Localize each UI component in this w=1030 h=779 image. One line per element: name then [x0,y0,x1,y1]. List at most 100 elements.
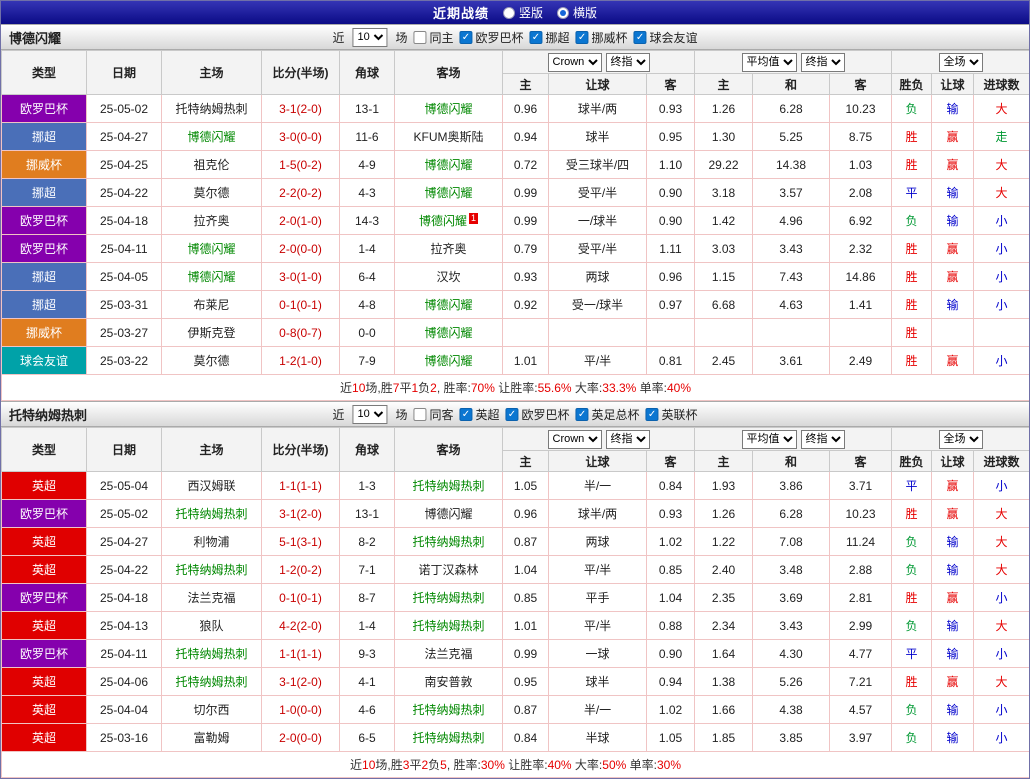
home-team[interactable]: 博德闪耀 [161,262,262,291]
league-filter-checkbox[interactable]: ✓ 球会友谊 [633,29,698,46]
layout-radio-horizontal[interactable]: 横版 [557,4,597,21]
away-team[interactable]: 托特纳姆热刺 [394,723,503,752]
match-score[interactable]: 3-0(1-0) [261,262,340,291]
match-score[interactable]: 1-5(0-2) [261,150,340,179]
match-score[interactable]: 2-0(0-0) [261,234,340,263]
home-team[interactable]: 莫尔德 [161,346,262,375]
checkbox-unchecked-icon[interactable] [413,30,427,44]
corner-score: 4-9 [339,150,395,179]
away-team[interactable]: 博德闪耀 [394,94,503,123]
away-team[interactable]: 博德闪耀 [394,150,503,179]
away-team[interactable]: 博德闪耀 1 [394,206,503,235]
checkbox-checked-icon[interactable]: ✓ [633,30,647,44]
match-score[interactable]: 4-2(2-0) [261,611,340,640]
average-final-select[interactable]: 终指 [800,429,845,449]
average-select[interactable]: 平均值 [741,52,797,72]
team-section: 托特纳姆热刺近 10 场同客 ✓ 英超 ✓ 欧罗巴杯 ✓ 英足总杯 ✓ 英联杯 类型 日期 主场 比分(半场… [1,401,1029,778]
checkbox-checked-icon[interactable]: ✓ [459,30,473,44]
away-team[interactable]: 博德闪耀 [394,178,503,207]
match-score[interactable]: 1-2(0-2) [261,555,340,584]
match-score[interactable]: 1-2(1-0) [261,346,340,375]
match-score[interactable]: 0-1(0-1) [261,290,340,319]
match-score[interactable]: 3-1(2-0) [261,667,340,696]
match-score[interactable]: 3-1(2-0) [261,499,340,528]
home-team[interactable]: 莫尔德 [161,178,262,207]
match-score[interactable]: 2-2(0-2) [261,178,340,207]
league-filter-checkbox[interactable]: ✓ 欧罗巴杯 [459,29,524,46]
league-filter-checkbox[interactable]: ✓ 英足总杯 [575,406,640,423]
recent-count-select[interactable]: 10 [352,404,388,424]
average-final-select[interactable]: 终指 [800,52,845,72]
away-team[interactable]: 博德闪耀 [394,318,503,347]
match-score[interactable]: 2-0(1-0) [261,206,340,235]
home-team[interactable]: 托特纳姆热刺 [161,639,262,668]
away-team[interactable]: 托特纳姆热刺 [394,527,503,556]
home-team[interactable]: 托特纳姆热刺 [161,499,262,528]
home-team[interactable]: 切尔西 [161,695,262,724]
home-team[interactable]: 托特纳姆热刺 [161,555,262,584]
league-badge: 英超 [1,611,87,640]
away-team[interactable]: KFUM奥斯陆 [394,122,503,151]
match-score[interactable]: 1-1(1-1) [261,471,340,500]
match-score[interactable]: 3-0(0-0) [261,122,340,151]
away-team[interactable]: 汉坎 [394,262,503,291]
away-team[interactable]: 博德闪耀 [394,290,503,319]
home-team[interactable]: 法兰克福 [161,583,262,612]
home-team[interactable]: 西汉姆联 [161,471,262,500]
home-team[interactable]: 利物浦 [161,527,262,556]
away-team[interactable]: 博德闪耀 [394,499,503,528]
away-team[interactable]: 博德闪耀 [394,346,503,375]
match-score[interactable]: 0-8(0-7) [261,318,340,347]
checkbox-checked-icon[interactable]: ✓ [529,30,543,44]
final-odds-select[interactable]: 终指 [605,429,650,449]
home-team[interactable]: 祖克伦 [161,150,262,179]
full-match-select[interactable]: 全场 [938,52,983,72]
final-odds-select[interactable]: 终指 [605,52,650,72]
radio-vertical-icon[interactable] [502,6,515,19]
home-team[interactable]: 伊斯克登 [161,318,262,347]
league-filter-checkbox[interactable]: ✓ 挪超 [529,29,570,46]
match-score[interactable]: 1-1(1-1) [261,639,340,668]
match-score[interactable]: 5-1(3-1) [261,527,340,556]
average-select[interactable]: 平均值 [741,429,797,449]
league-filter-checkbox[interactable]: ✓ 挪威杯 [575,29,628,46]
match-score[interactable]: 0-1(0-1) [261,583,340,612]
home-team[interactable]: 托特纳姆热刺 [161,94,262,123]
checkbox-unchecked-icon[interactable] [413,407,427,421]
away-team[interactable]: 托特纳姆热刺 [394,695,503,724]
home-team[interactable]: 富勒姆 [161,723,262,752]
match-score[interactable]: 3-1(2-0) [261,94,340,123]
home-team[interactable]: 布莱尼 [161,290,262,319]
away-odds: 0.93 [646,94,695,123]
checkbox-checked-icon[interactable]: ✓ [505,407,519,421]
home-team[interactable]: 托特纳姆热刺 [161,667,262,696]
bookmaker-select[interactable]: Crown [547,52,602,72]
layout-radio-vertical[interactable]: 竖版 [502,4,543,21]
checkbox-checked-icon[interactable]: ✓ [575,30,589,44]
league-filter-checkbox[interactable]: ✓ 英超 [459,406,500,423]
home-team[interactable]: 博德闪耀 [161,234,262,263]
checkbox-checked-icon[interactable]: ✓ [459,407,473,421]
bookmaker-select[interactable]: Crown [547,429,602,449]
away-team[interactable]: 托特纳姆热刺 [394,583,503,612]
league-filter-checkbox[interactable]: ✓ 英联杯 [645,406,698,423]
league-filter-checkbox[interactable]: ✓ 欧罗巴杯 [505,406,570,423]
match-score[interactable]: 1-0(0-0) [261,695,340,724]
away-team[interactable]: 南安普敦 [394,667,503,696]
full-match-select[interactable]: 全场 [938,429,983,449]
away-team[interactable]: 托特纳姆热刺 [394,611,503,640]
checkbox-checked-icon[interactable]: ✓ [575,407,589,421]
away-team[interactable]: 拉齐奥 [394,234,503,263]
away-team[interactable]: 法兰克福 [394,639,503,668]
away-team[interactable]: 托特纳姆热刺 [394,471,503,500]
recent-count-select[interactable]: 10 [352,27,388,47]
radio-horizontal-icon[interactable] [557,6,569,19]
away-team[interactable]: 诺丁汉森林 [394,555,503,584]
home-team[interactable]: 拉齐奥 [161,206,262,235]
same-venue-checkbox[interactable]: 同客 [413,406,453,423]
same-venue-checkbox[interactable]: 同主 [413,29,453,46]
checkbox-checked-icon[interactable]: ✓ [645,407,659,421]
home-team[interactable]: 博德闪耀 [161,122,262,151]
home-team[interactable]: 狼队 [161,611,262,640]
match-score[interactable]: 2-0(0-0) [261,723,340,752]
